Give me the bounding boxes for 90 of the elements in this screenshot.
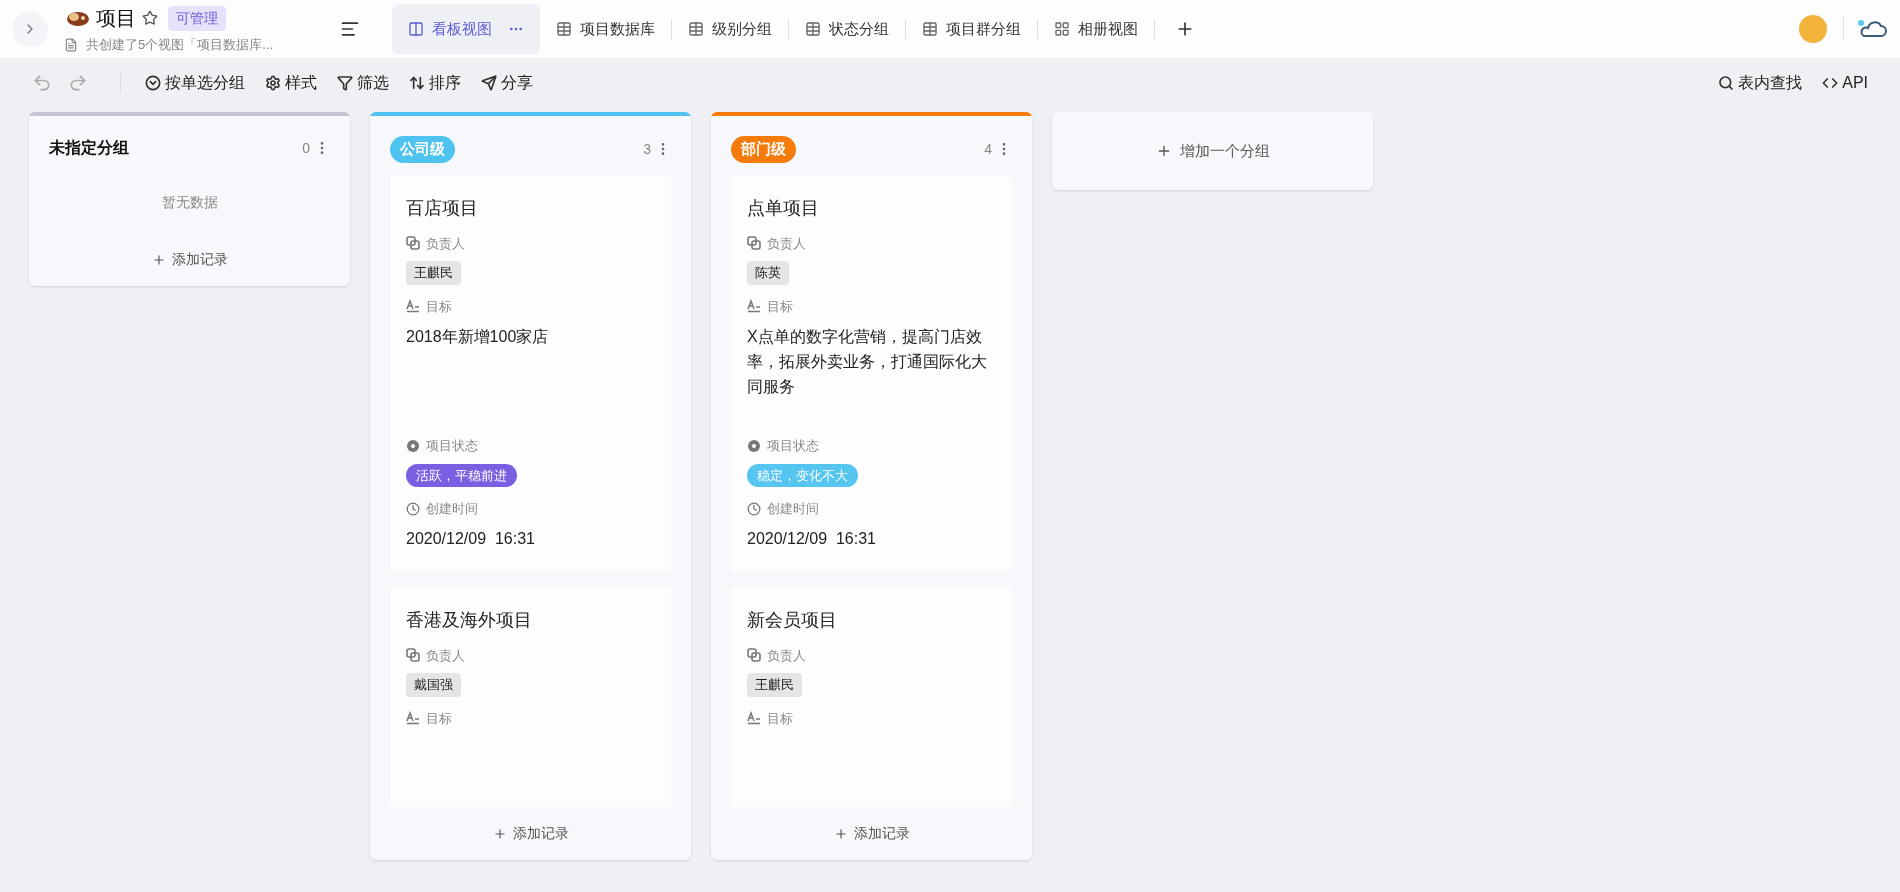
time-value: 2020/12/09 16:31 bbox=[406, 528, 536, 549]
field-label: 目标 bbox=[767, 709, 793, 728]
search-icon bbox=[1718, 75, 1735, 91]
status-tag: 稳定，变化不大 bbox=[747, 463, 858, 487]
star-icon[interactable] bbox=[142, 10, 158, 27]
text-field-icon bbox=[406, 299, 420, 314]
time-value: 2020/12/09 16:31 bbox=[747, 528, 877, 549]
card-title: 香港及海外项目 bbox=[406, 608, 533, 632]
table-icon bbox=[556, 21, 572, 37]
group-tag: 部门级 bbox=[731, 136, 796, 163]
view-tab[interactable]: 看板视图 bbox=[392, 4, 540, 54]
clock-icon bbox=[747, 501, 761, 516]
link-squares-icon bbox=[747, 648, 761, 663]
view-tab[interactable]: 状态分组 bbox=[789, 4, 905, 54]
field-label: 负责人 bbox=[767, 234, 806, 253]
person-tag: 陈英 bbox=[747, 261, 789, 285]
table-icon bbox=[805, 21, 821, 37]
record-count: 3 bbox=[643, 139, 651, 159]
text-field-icon bbox=[406, 711, 420, 726]
goal-text: 2018年新增100家店 bbox=[406, 327, 550, 347]
field-label: 目标 bbox=[426, 297, 452, 316]
view-tab[interactable]: 级别分组 bbox=[672, 4, 788, 54]
page-title: 项目 bbox=[96, 6, 136, 32]
view-tab[interactable]: 项目数据库 bbox=[540, 4, 671, 54]
toolbar-button[interactable]: 排序 bbox=[409, 71, 461, 95]
field-label: 项目状态 bbox=[426, 437, 478, 455]
field-label: 目标 bbox=[767, 297, 793, 316]
toolbar-button[interactable]: API bbox=[1822, 71, 1868, 95]
field-label: 创建时间 bbox=[767, 500, 819, 518]
plus-icon bbox=[833, 826, 848, 841]
record-card[interactable]: 百店项目 负责人 王麒民 目标 2018年新增100家店 项目状态 活跃，平稳前进 创建时间 2020/12/09 16:31 bbox=[390, 174, 671, 571]
link-squares-icon bbox=[406, 236, 420, 251]
empty-text: 暂无数据 bbox=[161, 193, 218, 212]
table-icon bbox=[688, 21, 704, 37]
kanban-icon bbox=[408, 21, 424, 37]
card-title: 百店项目 bbox=[406, 196, 479, 220]
text-field-icon bbox=[747, 299, 761, 314]
table-icon bbox=[922, 21, 938, 37]
toolbar-button[interactable]: 按单选分组 bbox=[145, 71, 245, 95]
filter-icon bbox=[337, 75, 353, 91]
record-count: 4 bbox=[984, 139, 992, 159]
add-record-button[interactable]: 添加记录 bbox=[151, 249, 228, 270]
add-group-button[interactable]: 增加一个分组 bbox=[1052, 112, 1373, 190]
person-tag: 戴国强 bbox=[406, 673, 461, 697]
view-tab[interactable]: 项目群分组 bbox=[906, 4, 1037, 54]
plus-icon bbox=[492, 826, 507, 841]
status-dot-icon bbox=[747, 438, 761, 453]
link-squares-icon bbox=[406, 648, 420, 663]
record-count: 0 bbox=[302, 138, 310, 158]
record-card[interactable]: 新会员项目 负责人 王麒民 目标 bbox=[731, 586, 1012, 807]
text-field-icon bbox=[747, 711, 761, 726]
code-icon bbox=[1822, 75, 1839, 91]
record-card[interactable]: 香港及海外项目 负责人 戴国强 目标 bbox=[390, 586, 671, 807]
field-label: 负责人 bbox=[767, 646, 806, 665]
gear-icon bbox=[265, 75, 281, 91]
document-icon bbox=[64, 38, 78, 52]
toolbar-button[interactable]: 样式 bbox=[265, 71, 317, 95]
add-record-button[interactable]: 添加记录 bbox=[492, 823, 569, 844]
toolbar-button[interactable]: 表内查找 bbox=[1718, 71, 1803, 95]
person-tag: 王麒民 bbox=[406, 261, 461, 285]
card-title: 点单项目 bbox=[747, 196, 820, 220]
toolbar-button[interactable]: 分享 bbox=[481, 71, 533, 95]
cloud-icon[interactable] bbox=[1856, 18, 1888, 40]
field-label: 目标 bbox=[426, 709, 452, 728]
field-label: 负责人 bbox=[426, 646, 465, 665]
person-tag: 王麒民 bbox=[747, 673, 802, 697]
dropdown-circle-icon bbox=[145, 75, 161, 91]
record-card[interactable]: 点单项目 负责人 陈英 目标 X点单的数字化营销，提高门店效率，拓展外卖业务，打通国际化大同服务 项目状态 稳定，变化不大 创建时间 2020/12/09 16:31 bbox=[731, 174, 1012, 571]
status-tag: 活跃，平稳前进 bbox=[406, 463, 517, 487]
permission-badge: 可管理 bbox=[168, 5, 226, 31]
view-summary: 共创建了5个视图「项目数据库... bbox=[86, 36, 274, 55]
status-dot-icon bbox=[406, 438, 420, 453]
card-title: 新会员项目 bbox=[747, 608, 838, 632]
link-squares-icon bbox=[747, 236, 761, 251]
send-icon bbox=[481, 75, 497, 91]
view-tab[interactable]: 相册视图 bbox=[1038, 4, 1154, 54]
add-record-button[interactable]: 添加记录 bbox=[833, 823, 910, 844]
toolbar-button[interactable]: 筛选 bbox=[337, 71, 389, 95]
goal-text: X点单的数字化营销，提高门店效率，拓展外卖业务，打通国际化大同服务 bbox=[747, 327, 988, 397]
fruit-logo-icon bbox=[64, 9, 90, 28]
menu-icon[interactable] bbox=[340, 19, 360, 39]
field-label: 项目状态 bbox=[767, 437, 819, 455]
grid-icon bbox=[1054, 21, 1070, 37]
sort-icon bbox=[409, 75, 425, 91]
field-label: 创建时间 bbox=[426, 500, 478, 518]
group-tag: 公司级 bbox=[390, 136, 455, 163]
clock-icon bbox=[406, 501, 420, 516]
field-label: 负责人 bbox=[426, 234, 465, 253]
group-title: 未指定分组 bbox=[49, 138, 129, 158]
plus-icon bbox=[151, 252, 166, 267]
